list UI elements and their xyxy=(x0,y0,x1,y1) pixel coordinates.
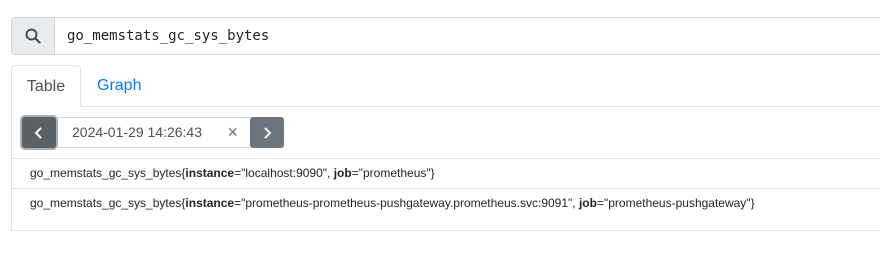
label-name: job xyxy=(578,196,597,210)
chevron-left-icon xyxy=(34,126,42,139)
label-name: instance xyxy=(185,166,235,180)
search-icon xyxy=(25,28,41,44)
label-separator: , xyxy=(572,196,579,210)
previous-time-button[interactable] xyxy=(22,117,56,148)
query-input[interactable]: go_memstats_gc_sys_bytes xyxy=(55,18,880,54)
label-close-brace: } xyxy=(430,166,435,180)
chevron-right-icon xyxy=(264,126,272,139)
metric-name: go_memstats_gc_sys_bytes xyxy=(30,196,182,210)
label-equals: = xyxy=(351,166,359,180)
label-close-brace: } xyxy=(750,196,755,210)
label-value: "prometheus-pushgateway" xyxy=(603,196,751,210)
clear-time-button[interactable]: × xyxy=(227,118,238,147)
metric-name: go_memstats_gc_sys_bytes xyxy=(30,166,182,180)
tab-bar: Table Graph xyxy=(11,65,880,107)
label-name: job xyxy=(333,166,352,180)
label-separator: , xyxy=(327,166,334,180)
search-button[interactable] xyxy=(12,18,55,54)
label-value: "prometheus-prometheus-pushgateway.prome… xyxy=(241,196,573,210)
label-value: "prometheus" xyxy=(358,166,431,180)
next-time-button[interactable] xyxy=(250,117,284,148)
time-value: 2024-01-29 14:26:43 xyxy=(72,124,202,140)
time-input[interactable]: 2024-01-29 14:26:43 × xyxy=(56,117,250,148)
result-row: go_memstats_gc_sys_bytes{instance="local… xyxy=(11,158,880,188)
label-value: "localhost:9090" xyxy=(241,166,328,180)
label-equals: = xyxy=(596,196,604,210)
result-row: go_memstats_gc_sys_bytes{instance="prome… xyxy=(11,188,880,218)
tab-graph[interactable]: Graph xyxy=(97,65,141,107)
query-bar: go_memstats_gc_sys_bytes xyxy=(11,17,880,55)
label-name: instance xyxy=(185,196,235,210)
tab-table[interactable]: Table xyxy=(11,65,81,107)
time-picker: 2024-01-29 14:26:43 × xyxy=(11,117,284,148)
